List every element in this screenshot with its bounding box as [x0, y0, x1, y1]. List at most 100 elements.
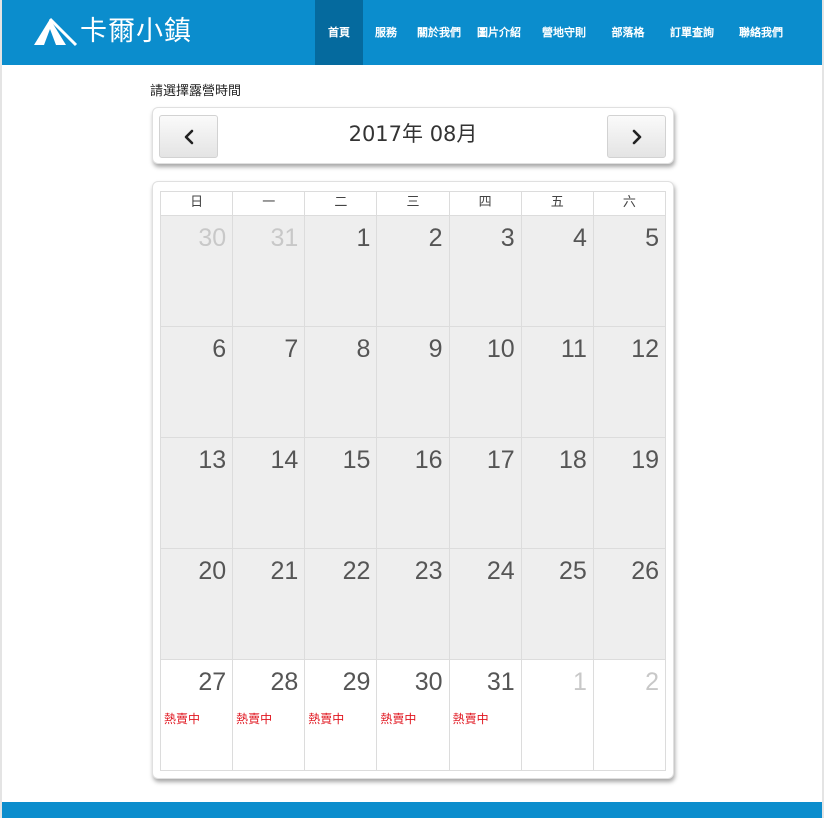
calendar-day[interactable]: 1 [305, 216, 378, 327]
weekday-header: 日 [161, 192, 234, 216]
day-number: 20 [198, 557, 227, 585]
site-header: 卡爾小鎮 首頁 服務 關於我們 圖片介紹 營地守則 部落格 訂單查詢 聯絡我們 [2, 0, 822, 65]
calendar-day[interactable]: 19 [593, 438, 666, 549]
day-number: 31 [270, 224, 299, 252]
day-number: 30 [198, 224, 227, 252]
section-title: 請選擇露營時間 [150, 84, 242, 99]
hot-sale-badge: 熱賣中 [236, 712, 273, 726]
weekday-header: 六 [593, 192, 666, 216]
day-number: 21 [270, 557, 299, 585]
day-number: 13 [198, 446, 227, 474]
calendar-day[interactable]: 9 [377, 327, 450, 438]
day-number: 28 [270, 668, 299, 696]
nav-item-0[interactable]: 首頁 [315, 0, 363, 65]
day-number: 2 [428, 224, 443, 252]
day-number: 3 [500, 224, 515, 252]
calendar-day[interactable]: 2 [593, 660, 666, 771]
day-number: 6 [212, 335, 227, 363]
calendar-day[interactable]: 21 [233, 549, 306, 660]
hot-sale-badge: 熱賣中 [164, 712, 201, 726]
day-number: 24 [486, 557, 515, 585]
calendar-day[interactable]: 13 [161, 438, 234, 549]
calendar-day[interactable]: 8 [305, 327, 378, 438]
day-number: 10 [486, 335, 515, 363]
calendar-day[interactable]: 24 [449, 549, 522, 660]
day-number: 4 [572, 224, 587, 252]
calendar-day[interactable]: 29 熱賣中 [305, 660, 378, 771]
calendar-day[interactable]: 6 [161, 327, 234, 438]
nav-item-2[interactable]: 關於我們 [409, 0, 469, 65]
nav-item-3[interactable]: 圖片介紹 [469, 0, 529, 65]
next-month-button[interactable] [607, 115, 666, 158]
calendar-day[interactable]: 31 熱賣中 [449, 660, 522, 771]
day-number: 26 [631, 557, 659, 585]
hot-sale-badge: 熱賣中 [380, 712, 417, 726]
main-nav: 首頁 服務 關於我們 圖片介紹 營地守則 部落格 訂單查詢 聯絡我們 [315, 0, 795, 65]
calendar-day[interactable]: 22 [305, 549, 378, 660]
calendar-day[interactable]: 20 [161, 549, 234, 660]
calendar-day[interactable]: 14 [233, 438, 306, 549]
site-logo[interactable]: 卡爾小鎮 [32, 14, 192, 50]
calendar-day[interactable]: 17 [449, 438, 522, 549]
calendar: 日一二三四五六 30 31 1 2 3 4 5 6 7 8 9 10 11 12 13 14 15 16 17 18 19… [152, 181, 674, 779]
hot-sale-badge: 熱賣中 [308, 712, 345, 726]
day-number: 29 [342, 668, 371, 696]
calendar-day[interactable]: 18 [521, 438, 594, 549]
weekday-header: 一 [233, 192, 306, 216]
day-number: 17 [486, 446, 515, 474]
calendar-day[interactable]: 26 [593, 549, 666, 660]
site-footer [2, 802, 822, 818]
day-number: 19 [631, 446, 659, 474]
day-number: 27 [198, 668, 227, 696]
day-number: 30 [414, 668, 443, 696]
calendar-day[interactable]: 1 [521, 660, 594, 771]
calendar-day[interactable]: 2 [377, 216, 450, 327]
calendar-day[interactable]: 23 [377, 549, 450, 660]
nav-item-4[interactable]: 營地守則 [529, 0, 599, 65]
calendar-day[interactable]: 31 [233, 216, 306, 327]
day-number: 14 [270, 446, 299, 474]
nav-item-7[interactable]: 聯絡我們 [727, 0, 795, 65]
calendar-day[interactable]: 7 [233, 327, 306, 438]
day-number: 16 [414, 446, 443, 474]
weekday-header: 五 [521, 192, 594, 216]
calendar-day[interactable]: 15 [305, 438, 378, 549]
calendar-day[interactable]: 11 [521, 327, 594, 438]
nav-item-1[interactable]: 服務 [363, 0, 409, 65]
calendar-day[interactable]: 30 [161, 216, 234, 327]
day-number: 23 [414, 557, 443, 585]
calendar-day[interactable]: 10 [449, 327, 522, 438]
calendar-day[interactable]: 27 熱賣中 [161, 660, 234, 771]
calendar-day[interactable]: 4 [521, 216, 594, 327]
day-number: 11 [560, 335, 587, 363]
nav-item-5[interactable]: 部落格 [599, 0, 657, 65]
nav-item-6[interactable]: 訂單查詢 [657, 0, 727, 65]
weekday-header: 四 [449, 192, 522, 216]
month-navigator: 2017年 08月 [152, 107, 674, 164]
calendar-grid: 日一二三四五六 30 31 1 2 3 4 5 6 7 8 9 10 11 12 13 14 15 16 17 18 19… [160, 191, 666, 771]
day-number: 12 [631, 335, 659, 363]
calendar-day[interactable]: 16 [377, 438, 450, 549]
site-name: 卡爾小鎮 [80, 16, 192, 47]
day-number: 2 [645, 668, 659, 696]
calendar-day[interactable]: 25 [521, 549, 594, 660]
page-frame-left [0, 0, 2, 818]
calendar-day[interactable]: 28 熱賣中 [233, 660, 306, 771]
calendar-day[interactable]: 5 [593, 216, 666, 327]
day-number: 1 [572, 668, 587, 696]
day-number: 8 [356, 335, 371, 363]
day-number: 15 [342, 446, 371, 474]
day-number: 9 [428, 335, 443, 363]
tent-logo-icon [34, 17, 78, 47]
day-number: 1 [356, 224, 371, 252]
chevron-right-icon [632, 129, 641, 144]
weekday-header: 二 [305, 192, 378, 216]
calendar-day[interactable]: 12 [593, 327, 666, 438]
calendar-day[interactable]: 3 [449, 216, 522, 327]
day-number: 31 [486, 668, 515, 696]
weekday-header: 三 [377, 192, 450, 216]
calendar-day[interactable]: 30 熱賣中 [377, 660, 450, 771]
day-number: 18 [559, 446, 587, 474]
hot-sale-badge: 熱賣中 [452, 712, 489, 726]
day-number: 22 [342, 557, 371, 585]
